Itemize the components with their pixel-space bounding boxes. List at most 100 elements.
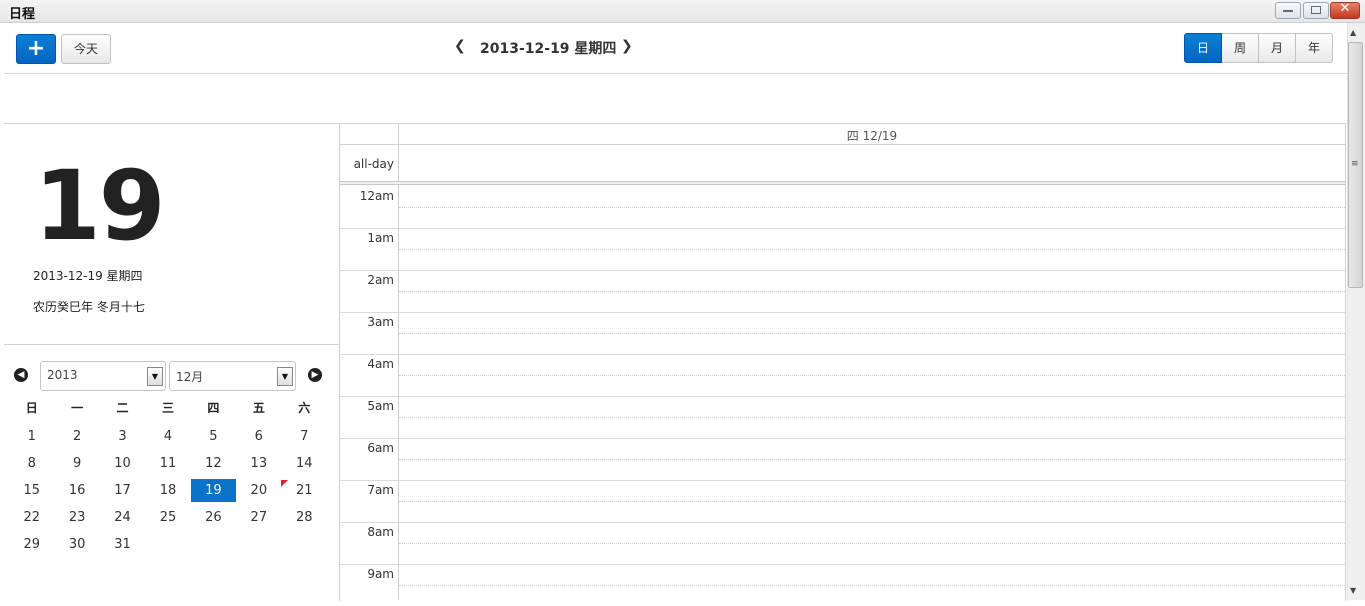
view-week-button[interactable]: 周 bbox=[1222, 33, 1259, 63]
weekday-label: 二 bbox=[116, 401, 129, 415]
restore-icon bbox=[1311, 6, 1321, 14]
title-bar bbox=[0, 0, 1365, 23]
calendar-empty-cell bbox=[145, 533, 190, 560]
hour-label: 5am bbox=[367, 399, 394, 413]
calendar-day[interactable]: 6 bbox=[236, 425, 281, 452]
hour-label: 12am bbox=[359, 189, 394, 203]
calendar-day[interactable]: 2 bbox=[54, 425, 99, 452]
hour-label: 9am bbox=[367, 567, 394, 581]
dropdown-arrow-icon[interactable]: ▼ bbox=[147, 367, 163, 386]
close-icon: ✕ bbox=[1339, 1, 1351, 16]
calendar-day[interactable]: 8 bbox=[9, 452, 54, 479]
calendar-day[interactable]: 30 bbox=[54, 533, 99, 560]
next-month-icon[interactable]: ▶ bbox=[308, 368, 322, 382]
next-day-chevron-icon[interactable]: ❯ bbox=[621, 38, 633, 54]
year-select[interactable]: 2013 ▼ bbox=[40, 361, 166, 391]
scroll-up-icon[interactable]: ▲ bbox=[1350, 28, 1356, 37]
close-button[interactable]: ✕ bbox=[1330, 1, 1360, 19]
weekday-label: 三 bbox=[161, 401, 174, 415]
calendar-day[interactable]: 22 bbox=[9, 506, 54, 533]
scroll-down-icon[interactable]: ▼ bbox=[1350, 586, 1356, 595]
day-column-header: 四 12/19 bbox=[846, 129, 898, 143]
calendar-day[interactable]: 11 bbox=[145, 452, 190, 479]
calendar-day[interactable]: 16 bbox=[54, 479, 99, 506]
hour-label: 2am bbox=[367, 273, 394, 287]
lunar-date-text: 农历癸巳年 冬月十七 bbox=[33, 300, 145, 314]
calendar-day[interactable]: 12 bbox=[191, 452, 236, 479]
hour-line bbox=[340, 564, 1345, 565]
prev-month-icon[interactable]: ◀ bbox=[14, 368, 28, 382]
full-date-text: 2013-12-19 星期四 bbox=[33, 269, 143, 283]
hour-label: 3am bbox=[367, 315, 394, 329]
calendar-day[interactable]: 27 bbox=[236, 506, 281, 533]
weekday-label: 四 bbox=[207, 401, 220, 415]
calendar-day[interactable]: 14 bbox=[282, 452, 327, 479]
half-hour-line bbox=[399, 459, 1345, 460]
weekday-label: 日 bbox=[25, 401, 38, 415]
calendar-day[interactable]: 25 bbox=[145, 506, 190, 533]
hour-line bbox=[340, 228, 1345, 229]
month-select[interactable]: 12月 ▼ bbox=[169, 361, 296, 391]
calendar-week-row: 1234567 bbox=[9, 425, 327, 452]
calendar-week-row: 15 16 17 18 19 20 21 bbox=[9, 479, 327, 506]
half-hour-line bbox=[399, 417, 1345, 418]
toolbar bbox=[4, 23, 1347, 74]
calendar-day[interactable]: 23 bbox=[54, 506, 99, 533]
calendar-day[interactable]: 31 bbox=[100, 533, 145, 560]
all-day-divider bbox=[340, 181, 1345, 185]
calendar-day[interactable]: 20 bbox=[236, 479, 281, 506]
add-event-button[interactable]: + bbox=[16, 34, 56, 64]
dropdown-arrow-icon[interactable]: ▼ bbox=[277, 367, 293, 386]
event-flag-icon bbox=[280, 480, 288, 487]
calendar-day[interactable]: 1 bbox=[9, 425, 54, 452]
half-hour-line bbox=[399, 585, 1345, 586]
calendar-day[interactable]: 17 bbox=[100, 479, 145, 506]
all-day-slot[interactable] bbox=[399, 145, 1345, 181]
half-hour-line bbox=[399, 291, 1345, 292]
half-hour-line bbox=[399, 501, 1345, 502]
today-button[interactable]: 今天 bbox=[61, 34, 111, 64]
hour-label: 6am bbox=[367, 441, 394, 455]
half-hour-line bbox=[399, 207, 1345, 208]
calendar-day[interactable]: 7 bbox=[282, 425, 327, 452]
hour-label: 4am bbox=[367, 357, 394, 371]
half-hour-line bbox=[399, 249, 1345, 250]
calendar-day[interactable]: 21 bbox=[280, 479, 327, 506]
weekday-label: 五 bbox=[252, 401, 265, 415]
calendar-day[interactable]: 24 bbox=[100, 506, 145, 533]
calendar-day[interactable]: 18 bbox=[145, 479, 190, 506]
calendar-day[interactable]: 15 bbox=[9, 479, 54, 506]
weekday-label: 一 bbox=[71, 401, 84, 415]
half-hour-line bbox=[399, 333, 1345, 334]
hour-line bbox=[340, 396, 1345, 397]
calendar-day[interactable]: 3 bbox=[100, 425, 145, 452]
panel-divider bbox=[4, 344, 339, 345]
restore-button[interactable] bbox=[1303, 2, 1329, 19]
view-year-button[interactable]: 年 bbox=[1296, 33, 1333, 63]
hour-label: 7am bbox=[367, 483, 394, 497]
calendar-day[interactable]: 13 bbox=[236, 452, 281, 479]
month-select-value: 12月 bbox=[176, 370, 204, 384]
calendar-day[interactable]: 29 bbox=[9, 533, 54, 560]
calendar-week-row: 29 30 31 bbox=[9, 533, 327, 560]
prev-day-chevron-icon[interactable]: ❮ bbox=[454, 38, 466, 54]
calendar-day[interactable]: 5 bbox=[191, 425, 236, 452]
calendar-day[interactable]: 26 bbox=[191, 506, 236, 533]
view-day-button[interactable]: 日 bbox=[1184, 33, 1222, 63]
hour-label: 1am bbox=[367, 231, 394, 245]
calendar-week-row: 8 9 10 11 12 13 14 bbox=[9, 452, 327, 479]
calendar-day[interactable]: 9 bbox=[54, 452, 99, 479]
weekday-label: 六 bbox=[298, 401, 311, 415]
half-hour-line bbox=[399, 543, 1345, 544]
minimize-button[interactable] bbox=[1275, 2, 1301, 19]
minimize-icon bbox=[1283, 10, 1293, 12]
view-month-button[interactable]: 月 bbox=[1259, 33, 1296, 63]
calendar-day[interactable]: 28 bbox=[282, 506, 327, 533]
calendar-day[interactable]: 4 bbox=[145, 425, 190, 452]
weekday-header: 日一二三四五六 bbox=[9, 398, 327, 425]
big-day-number: 19 bbox=[34, 150, 166, 262]
calendar-day[interactable]: 10 bbox=[100, 452, 145, 479]
calendar-day-selected[interactable]: 19 bbox=[190, 479, 237, 502]
all-day-label: all-day bbox=[353, 157, 394, 171]
hour-line bbox=[340, 354, 1345, 355]
